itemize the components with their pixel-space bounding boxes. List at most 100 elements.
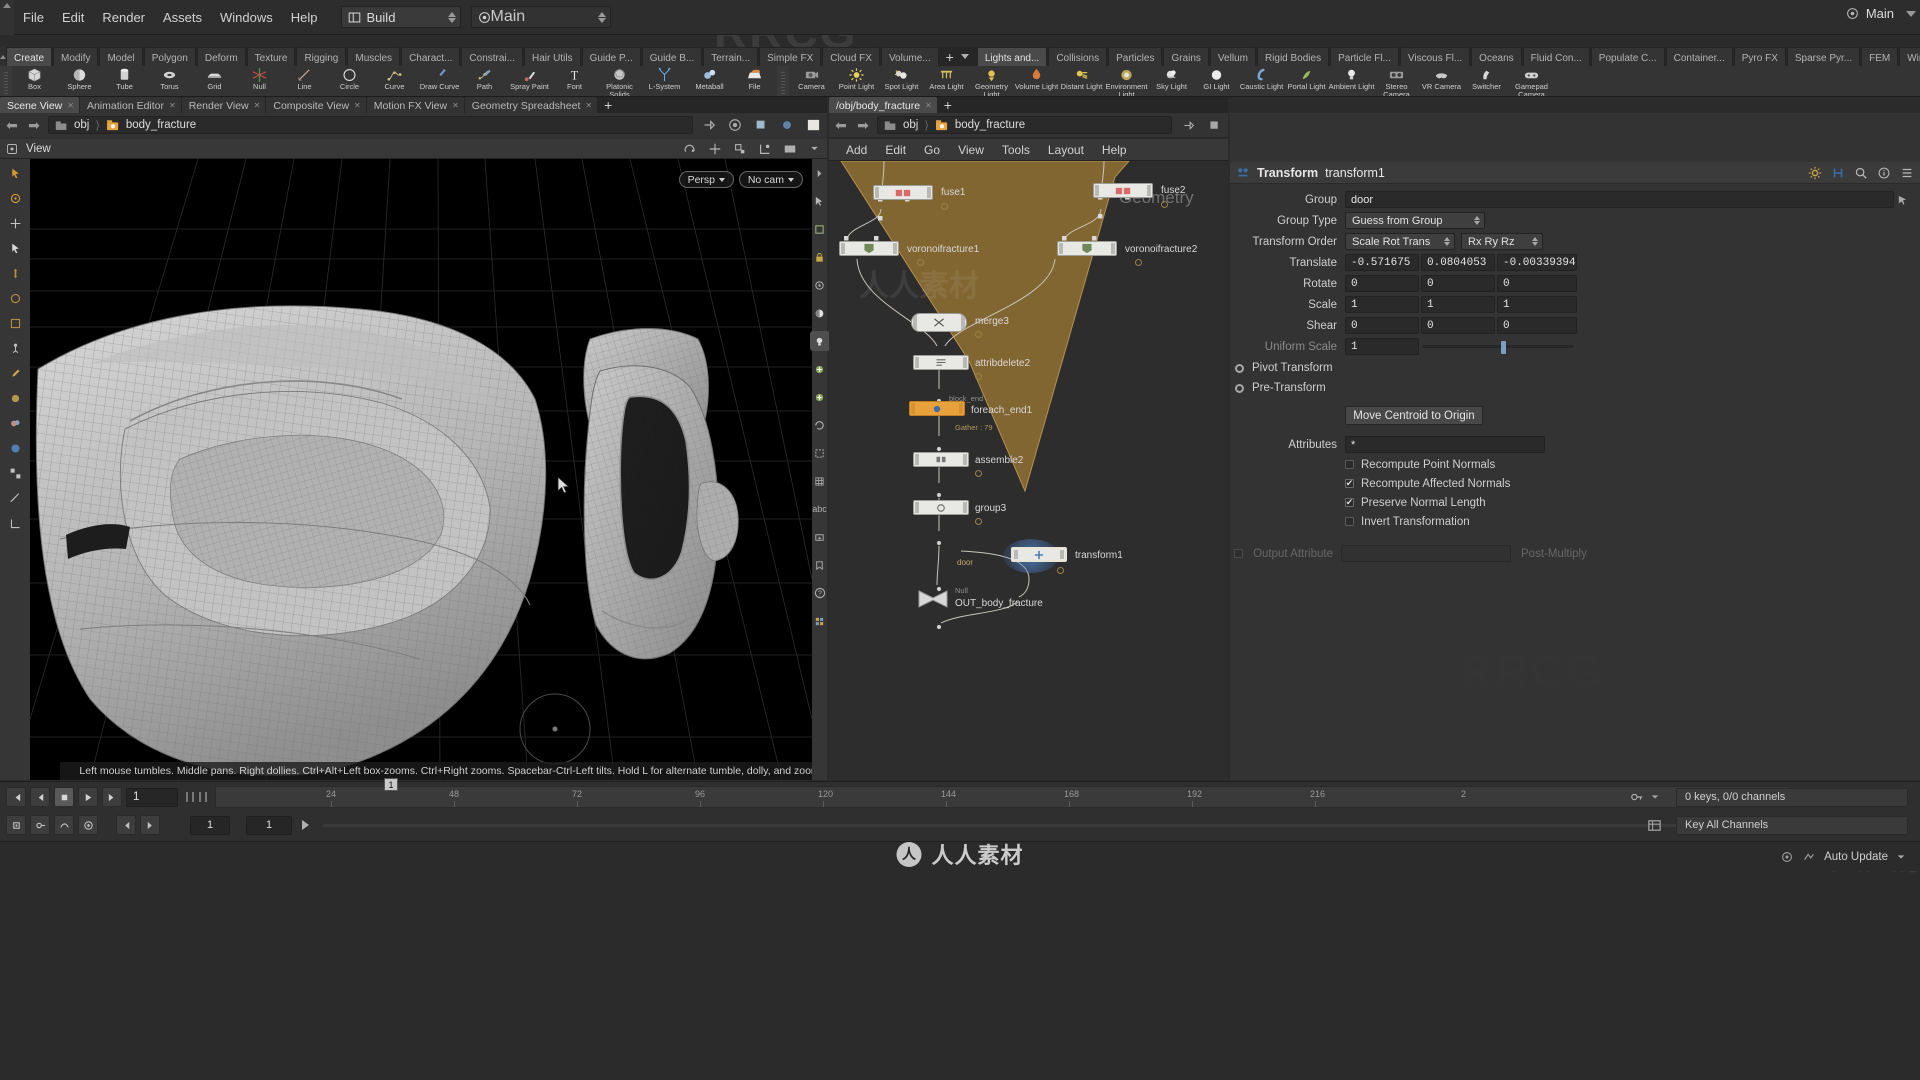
shelf-tab-container[interactable]: Container... (1666, 47, 1733, 66)
shelf-tab-texture[interactable]: Texture (247, 47, 296, 66)
close-icon[interactable]: ✕ (452, 101, 459, 110)
right-layout-selector[interactable]: Main (1846, 6, 1894, 21)
network-menu-edit[interactable]: Edit (876, 141, 915, 159)
text-display-icon[interactable]: abc (810, 499, 830, 519)
shelf-tab-modify[interactable]: Modify (53, 47, 98, 66)
lighting-mode-icon[interactable] (810, 331, 830, 351)
node-OUT_body_fracture[interactable] (915, 588, 951, 615)
houdini-h-icon[interactable] (1831, 166, 1845, 180)
pane-tab-motion-fx-view[interactable]: Motion FX View✕ (367, 97, 464, 113)
snap-tool-icon[interactable] (5, 513, 25, 533)
checkbox-icon[interactable] (1345, 517, 1354, 526)
node-flag-display-group3[interactable] (975, 518, 982, 525)
shelf-tool-sphere[interactable]: Sphere (57, 66, 102, 97)
key-all-channels-field[interactable]: Key All Channels (1676, 816, 1908, 835)
node-flag-display-transform1[interactable] (1057, 567, 1064, 574)
paint-tool-icon[interactable] (5, 413, 25, 433)
network-forward-arrow-icon[interactable]: ➡ (855, 117, 871, 133)
shelf-tool-draw-curve[interactable]: Draw Curve (417, 66, 462, 97)
network-menu-add[interactable]: Add (837, 141, 876, 159)
param-checkbox-invert-transformation[interactable]: Invert Transformation (1230, 513, 1920, 530)
network-path-field[interactable]: obj ⟩ body_fracture (877, 116, 1172, 134)
expand-icon[interactable] (1235, 364, 1244, 373)
shelf-tool-sky-light[interactable]: Sky Light (1149, 66, 1194, 97)
shelf-tools-grip[interactable] (0, 66, 12, 97)
key-all-icon[interactable] (1647, 818, 1662, 833)
brush-tool-icon[interactable] (5, 363, 25, 383)
shelf-tab-hair-utils[interactable]: Hair Utils (524, 47, 581, 66)
key-icon[interactable] (1630, 790, 1644, 804)
shelf-tab-guide-p[interactable]: Guide P... (582, 47, 641, 66)
snapshot-icon[interactable] (725, 116, 745, 134)
viewport-camera-selector[interactable]: No cam (739, 171, 803, 188)
shelf-tab-particles[interactable]: Particles (1108, 47, 1162, 66)
shelf-tool-vr-camera[interactable]: VR Camera (1419, 66, 1464, 97)
viewport-layout-icon[interactable] (810, 611, 830, 631)
param-scale-x[interactable]: 1 (1345, 296, 1419, 313)
pane-layout-spinner[interactable] (584, 12, 606, 23)
shelf-tab-polygon[interactable]: Polygon (144, 47, 196, 66)
node-transform1[interactable] (1011, 547, 1067, 562)
pane-tab-animation-editor[interactable]: Animation Editor✕ (80, 97, 181, 113)
node-fuse2[interactable] (1093, 183, 1153, 198)
shelf-tool-geometry-light[interactable]: Geometry Light (969, 66, 1014, 97)
chevron-down-icon[interactable] (1906, 11, 1916, 17)
param-translate-z[interactable]: -0.00339394 (1497, 254, 1577, 271)
shelf-tool-spot-light[interactable]: Spot Light (879, 66, 924, 97)
node-flag-display-voronoi1[interactable] (917, 259, 924, 266)
network-menu-help[interactable]: Help (1093, 141, 1136, 159)
stop-button[interactable] (54, 787, 74, 807)
shelf-tool-camera[interactable]: Camera (789, 66, 834, 97)
measure-tool-icon[interactable] (5, 488, 25, 508)
handle-move-icon[interactable] (708, 142, 722, 156)
shelf-tab-grains[interactable]: Grains (1163, 47, 1208, 66)
param-scale-z[interactable]: 1 (1497, 296, 1577, 313)
param-shear-y[interactable]: 0 (1421, 317, 1495, 334)
select-mode-icon[interactable] (810, 191, 830, 211)
network-back-arrow-icon[interactable]: ⬅ (833, 117, 849, 133)
param-uniform-scale-slider[interactable] (1423, 345, 1573, 348)
shelf-tab-overflow-icon[interactable] (961, 54, 969, 59)
display-geometry-icon[interactable] (751, 116, 771, 134)
shelf-tab-rigid-bodies[interactable]: Rigid Bodies (1257, 47, 1329, 66)
shelf-tool-platonic-solids[interactable]: Platonic Solids (597, 66, 642, 97)
menu-windows[interactable]: Windows (211, 6, 282, 29)
param-rotate-y[interactable]: 0 (1421, 275, 1495, 292)
color-swatch-icon[interactable] (803, 116, 823, 134)
viewport-persp-selector[interactable]: Persp (679, 171, 734, 188)
edit-tool-icon[interactable] (5, 438, 25, 458)
prev-key-button[interactable] (116, 815, 136, 835)
move-tool-icon[interactable] (5, 263, 25, 283)
pane-tab-render-view[interactable]: Render View✕ (182, 97, 266, 113)
node-merge3[interactable] (911, 313, 967, 332)
info-icon[interactable] (1877, 166, 1891, 180)
shelf-tab-model[interactable]: Model (99, 47, 142, 66)
network-menu-view[interactable]: View (949, 141, 993, 159)
search-icon[interactable] (1854, 166, 1868, 180)
shelf-tab-collisions[interactable]: Collisions (1048, 47, 1107, 66)
auto-key-button[interactable] (30, 815, 50, 835)
current-frame-field[interactable]: 1 (126, 788, 178, 807)
snapping-icon[interactable] (758, 142, 772, 156)
flipbook-icon[interactable] (810, 527, 830, 547)
checkbox-icon[interactable] (1345, 498, 1354, 507)
node-voronoifracture1[interactable] (839, 241, 899, 256)
shelf-tool-switcher[interactable]: Switcher (1464, 66, 1509, 97)
shelf-tool-path[interactable]: Path (462, 66, 507, 97)
keyframe-mode-button[interactable] (6, 815, 26, 835)
pane-tab-composite-view[interactable]: Composite View✕ (266, 97, 365, 113)
network-menu-go[interactable]: Go (915, 141, 949, 159)
shelf-tool-ambient-light[interactable]: Ambient Light (1329, 66, 1374, 97)
network-pin-icon[interactable] (1178, 116, 1198, 134)
points-mode-icon[interactable] (810, 275, 830, 295)
shelf-tool-font[interactable]: TFont (552, 66, 597, 97)
node-flag-display-attribdelete2[interactable] (975, 373, 982, 380)
shelf-tools-grip-2[interactable] (777, 66, 789, 97)
chevron-down-icon[interactable] (1650, 792, 1660, 802)
shading-mode-icon[interactable] (810, 303, 830, 323)
shelf-tool-circle[interactable]: Circle (327, 66, 372, 97)
node-attribdelete2[interactable] (913, 355, 969, 370)
viewport-path-field[interactable]: obj ⟩ body_fracture (48, 116, 693, 134)
range-start-field[interactable]: 1 (190, 816, 230, 835)
viewport-menu-chevron-icon[interactable] (808, 142, 821, 155)
